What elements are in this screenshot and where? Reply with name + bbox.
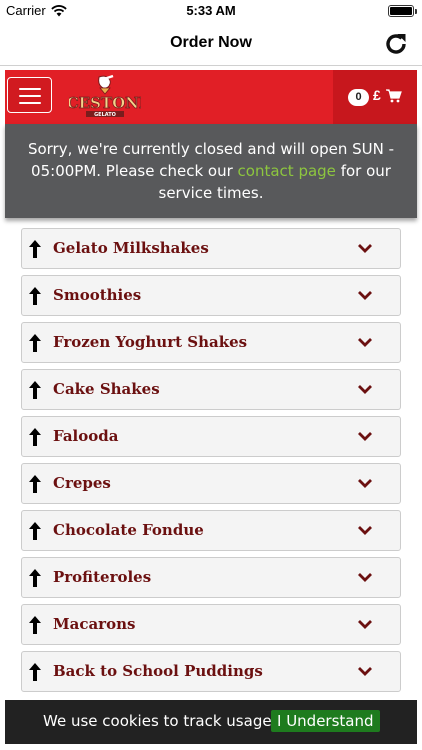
cookie-text: We use cookies to track usage. [43,712,277,730]
battery-icon [388,5,417,17]
cart-count-badge: 0 [348,89,369,106]
category-label: Profiteroles [53,568,152,586]
status-bar: Carrier 5:33 AM [0,0,422,22]
chevron-down-icon [358,385,372,394]
chevron-down-icon [358,244,372,253]
category-label: Smoothies [53,286,142,304]
chevron-down-icon [358,620,372,629]
cart-button[interactable]: 0 £ [333,70,417,124]
refresh-icon[interactable] [382,30,410,58]
arrow-up-icon [29,334,41,352]
cart-currency: £ [373,87,381,103]
category-list: Gelato Milkshakes Smoothies Frozen Yoghu… [21,228,401,698]
category-label: Falooda [53,427,119,445]
category-label: Chocolate Fondue [53,521,204,539]
category-frozen-yoghurt-shakes[interactable]: Frozen Yoghurt Shakes [21,322,401,363]
arrow-up-icon [29,569,41,587]
arrow-up-icon [29,663,41,681]
category-smoothies[interactable]: Smoothies [21,275,401,316]
category-crepes[interactable]: Crepes [21,463,401,504]
site-header: ICESTONE GELATO 0 £ [5,70,417,124]
category-label: Gelato Milkshakes [53,239,209,257]
category-profiteroles[interactable]: Profiteroles [21,557,401,598]
chevron-down-icon [358,526,372,535]
arrow-up-icon [29,287,41,305]
svg-text:ICESTONE: ICESTONE [69,94,141,112]
category-label: Crepes [53,474,111,492]
category-gelato-milkshakes[interactable]: Gelato Milkshakes [21,228,401,269]
category-falooda[interactable]: Falooda [21,416,401,457]
chevron-down-icon [358,479,372,488]
category-chocolate-fondue[interactable]: Chocolate Fondue [21,510,401,551]
chevron-down-icon [358,432,372,441]
category-back-to-school-puddings[interactable]: Back to School Puddings [21,651,401,692]
arrow-up-icon [29,475,41,493]
cookie-bar: We use cookies to track usage. I Underst… [5,700,417,744]
svg-text:GELATO: GELATO [94,112,116,118]
contact-page-link[interactable]: contact page [238,162,336,180]
status-time: 5:33 AM [186,3,236,18]
arrow-up-icon [29,616,41,634]
accept-cookies-button[interactable]: I Understand [271,710,380,732]
category-label: Cake Shakes [53,380,160,398]
arrow-up-icon [29,428,41,446]
nav-bar: Order Now [0,22,422,66]
arrow-up-icon [29,522,41,540]
closed-notice: Sorry, we're currently closed and will o… [5,124,417,218]
category-cake-shakes[interactable]: Cake Shakes [21,369,401,410]
icestone-logo[interactable]: ICESTONE GELATO [69,74,141,120]
menu-button[interactable] [7,77,52,113]
category-label: Macarons [53,615,136,633]
page-title: Order Now [170,34,252,51]
chevron-down-icon [358,291,372,300]
shopping-cart-icon [386,89,402,103]
category-label: Frozen Yoghurt Shakes [53,333,248,351]
chevron-down-icon [358,573,372,582]
chevron-down-icon [358,667,372,676]
category-label: Back to School Puddings [53,662,263,680]
chevron-down-icon [358,338,372,347]
arrow-up-icon [29,240,41,258]
arrow-up-icon [29,381,41,399]
category-macarons[interactable]: Macarons [21,604,401,645]
